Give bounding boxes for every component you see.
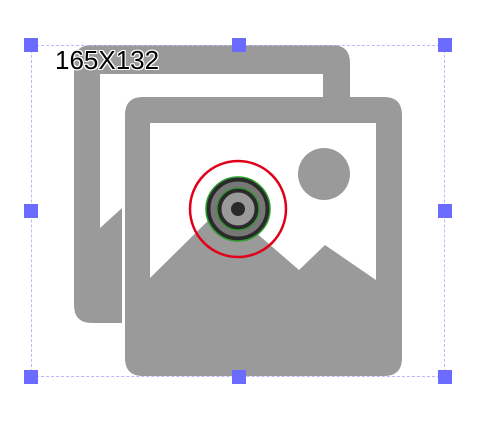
resize-handle-middle-right[interactable] [438,204,452,218]
resize-handle-top-center[interactable] [232,38,246,52]
resize-handle-bottom-right[interactable] [438,370,452,384]
resize-handle-bottom-left[interactable] [24,370,38,384]
target-center-dot [231,202,245,216]
resize-handle-top-left[interactable] [24,38,38,52]
resize-handle-top-right[interactable] [438,38,452,52]
canvas-stage: 165X132 [0,0,477,428]
resize-handle-bottom-center[interactable] [232,370,246,384]
resize-handle-middle-left[interactable] [24,204,38,218]
image-placeholder-svg [74,45,402,376]
sun-circle [298,148,350,200]
front-photo-frame [125,97,402,376]
